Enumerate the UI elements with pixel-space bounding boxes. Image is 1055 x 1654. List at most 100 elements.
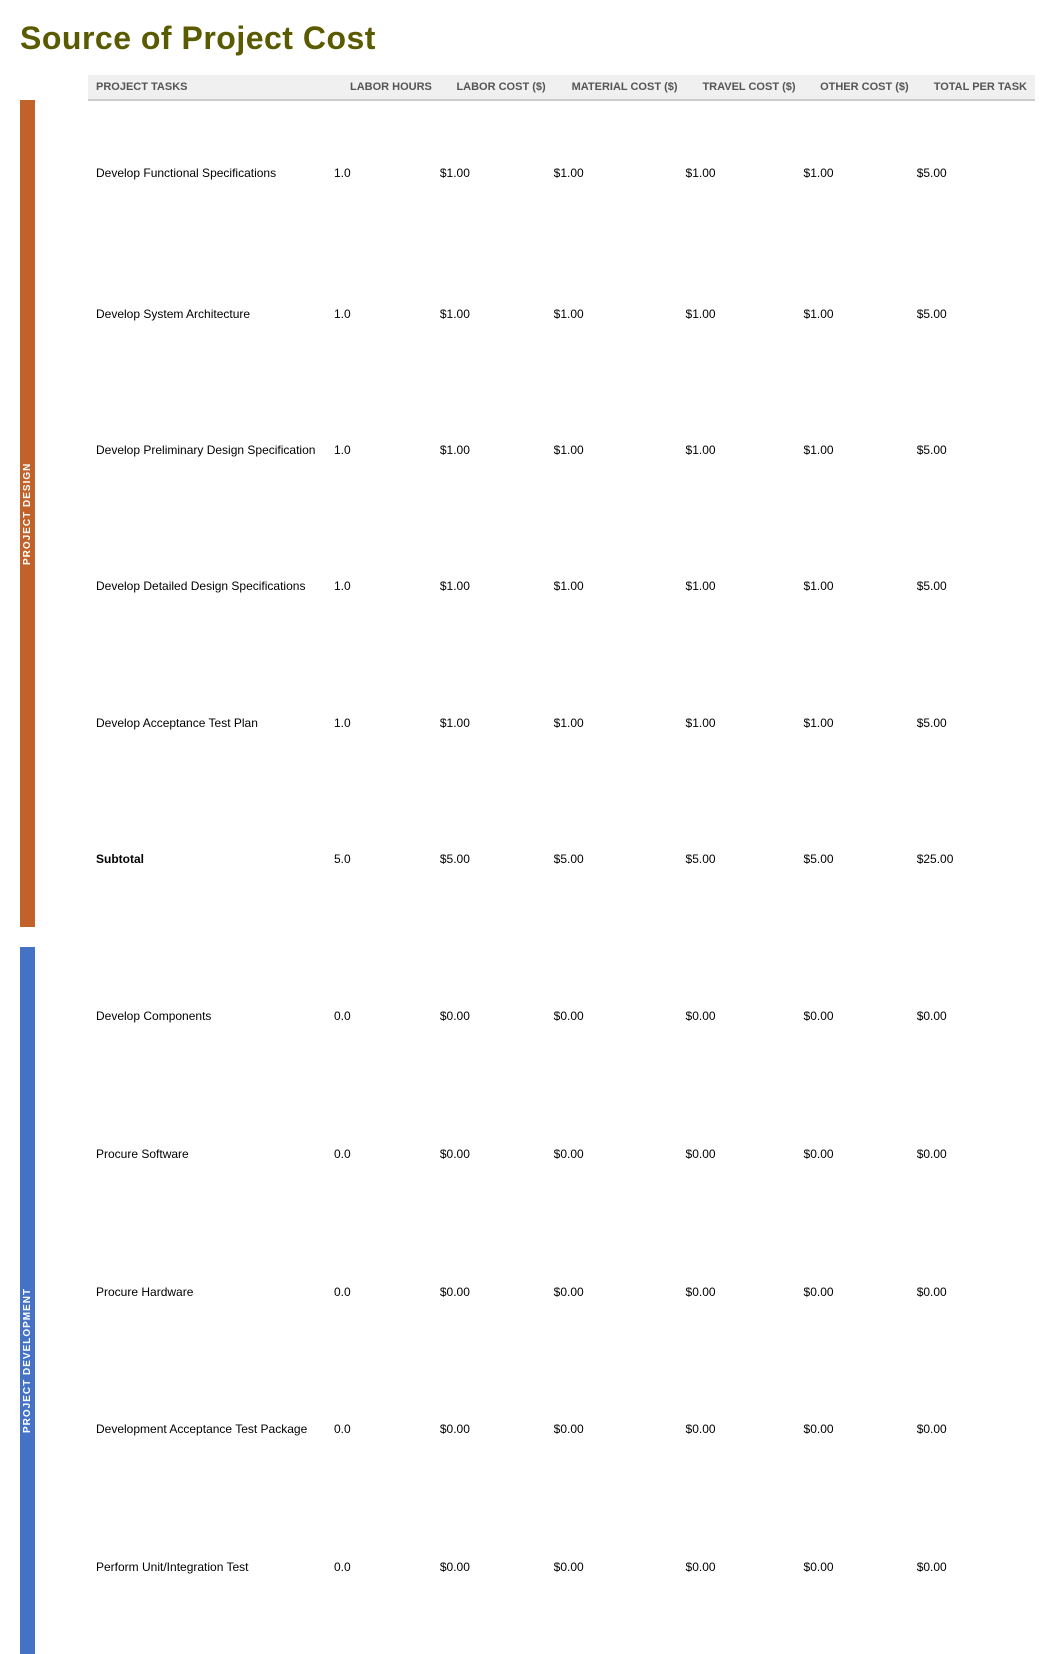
material_cost-cell: $1.00 xyxy=(554,518,686,654)
col-labor-hours: LABOR HOURS xyxy=(334,75,440,100)
subtotal-labor_hours: 0.0 xyxy=(334,1636,440,1654)
labor_cost-cell: $1.00 xyxy=(440,100,554,246)
labor_cost-cell: $1.00 xyxy=(440,518,554,654)
labor_hours-cell: 1.0 xyxy=(334,246,440,382)
task-name: Procure Software xyxy=(88,1085,334,1223)
total-cell: $0.00 xyxy=(917,1498,1035,1636)
table-row: PROJECT DESIGNDevelop Functional Specifi… xyxy=(20,100,1035,246)
subtotal-row: Subtotal0.0$0.00$0.00$0.00$0.00$0.00 xyxy=(20,1636,1035,1654)
subtotal-other_cost: $0.00 xyxy=(804,1636,917,1654)
table-row: Develop System Architecture1.0$1.00$1.00… xyxy=(20,246,1035,382)
col-material-cost: MATERIAL COST ($) xyxy=(554,75,686,100)
cost-table: PROJECT TASKS LABOR HOURS LABOR COST ($)… xyxy=(20,75,1035,1654)
labor_cost-cell: $1.00 xyxy=(440,382,554,518)
table-header: PROJECT TASKS LABOR HOURS LABOR COST ($)… xyxy=(20,75,1035,100)
other_cost-cell: $1.00 xyxy=(804,518,917,654)
col-other-cost: OTHER COST ($) xyxy=(804,75,917,100)
task-name: Develop Functional Specifications xyxy=(88,100,334,246)
material_cost-cell: $1.00 xyxy=(554,246,686,382)
total-cell: $5.00 xyxy=(917,518,1035,654)
other_cost-cell: $0.00 xyxy=(804,1498,917,1636)
travel_cost-cell: $1.00 xyxy=(686,246,804,382)
labor_cost-cell: $1.00 xyxy=(440,246,554,382)
other_cost-cell: $1.00 xyxy=(804,655,917,791)
travel_cost-cell: $1.00 xyxy=(686,518,804,654)
material_cost-cell: $0.00 xyxy=(554,1085,686,1223)
labor_cost-cell: $0.00 xyxy=(440,1223,554,1361)
travel_cost-cell: $1.00 xyxy=(686,655,804,791)
table-row: Perform Unit/Integration Test0.0$0.00$0.… xyxy=(20,1498,1035,1636)
subtotal-total: $0.00 xyxy=(917,1636,1035,1654)
total-cell: $0.00 xyxy=(917,1223,1035,1361)
travel_cost-cell: $0.00 xyxy=(686,1085,804,1223)
total-cell: $0.00 xyxy=(917,1085,1035,1223)
material_cost-cell: $0.00 xyxy=(554,1498,686,1636)
subtotal-material_cost: $0.00 xyxy=(554,1636,686,1654)
table-row: PROJECT DEVELOPMENTDevelop Components0.0… xyxy=(20,947,1035,1085)
travel_cost-cell: $1.00 xyxy=(686,100,804,246)
labor_cost-cell: $1.00 xyxy=(440,655,554,791)
material_cost-cell: $1.00 xyxy=(554,655,686,791)
subtotal-material_cost: $5.00 xyxy=(554,791,686,927)
table-row: Develop Acceptance Test Plan1.0$1.00$1.0… xyxy=(20,655,1035,791)
task-name: Develop Components xyxy=(88,947,334,1085)
travel_cost-cell: $0.00 xyxy=(686,1360,804,1498)
spacer-row xyxy=(20,927,1035,947)
material_cost-cell: $0.00 xyxy=(554,1360,686,1498)
other_cost-cell: $0.00 xyxy=(804,1223,917,1361)
total-cell: $5.00 xyxy=(917,100,1035,246)
task-name: Develop Detailed Design Specifications xyxy=(88,518,334,654)
material_cost-cell: $0.00 xyxy=(554,947,686,1085)
col-travel-cost: TRAVEL COST ($) xyxy=(686,75,804,100)
material_cost-cell: $1.00 xyxy=(554,382,686,518)
other_cost-cell: $1.00 xyxy=(804,100,917,246)
material_cost-cell: $1.00 xyxy=(554,100,686,246)
table-row: Procure Hardware0.0$0.00$0.00$0.00$0.00$… xyxy=(20,1223,1035,1361)
subtotal-labor_hours: 5.0 xyxy=(334,791,440,927)
travel_cost-cell: $0.00 xyxy=(686,1223,804,1361)
subtotal-row: Subtotal5.0$5.00$5.00$5.00$5.00$25.00 xyxy=(20,791,1035,927)
travel_cost-cell: $0.00 xyxy=(686,1498,804,1636)
subtotal-travel_cost: $0.00 xyxy=(686,1636,804,1654)
other_cost-cell: $0.00 xyxy=(804,1360,917,1498)
labor_hours-cell: 0.0 xyxy=(334,1498,440,1636)
task-name: Develop Acceptance Test Plan xyxy=(88,655,334,791)
page-title: Source of Project Cost xyxy=(20,20,1035,57)
labor_hours-cell: 0.0 xyxy=(334,947,440,1085)
subtotal-travel_cost: $5.00 xyxy=(686,791,804,927)
total-cell: $5.00 xyxy=(917,655,1035,791)
col-total: TOTAL PER TASK xyxy=(917,75,1035,100)
task-name: Develop System Architecture xyxy=(88,246,334,382)
labor_hours-cell: 1.0 xyxy=(334,100,440,246)
labor_cost-cell: $0.00 xyxy=(440,947,554,1085)
labor_hours-cell: 0.0 xyxy=(334,1085,440,1223)
other_cost-cell: $0.00 xyxy=(804,947,917,1085)
total-cell: $0.00 xyxy=(917,1360,1035,1498)
other_cost-cell: $0.00 xyxy=(804,1085,917,1223)
labor_hours-cell: 1.0 xyxy=(334,382,440,518)
cost-table-wrapper: PROJECT TASKS LABOR HOURS LABOR COST ($)… xyxy=(20,75,1035,1654)
labor_hours-cell: 0.0 xyxy=(334,1223,440,1361)
total-cell: $5.00 xyxy=(917,382,1035,518)
labor_cost-cell: $0.00 xyxy=(440,1498,554,1636)
task-name: Perform Unit/Integration Test xyxy=(88,1498,334,1636)
subtotal-other_cost: $5.00 xyxy=(804,791,917,927)
labor_hours-cell: 1.0 xyxy=(334,655,440,791)
subtotal-labor_cost: $5.00 xyxy=(440,791,554,927)
labor_hours-cell: 0.0 xyxy=(334,1360,440,1498)
labor_cost-cell: $0.00 xyxy=(440,1360,554,1498)
other_cost-cell: $1.00 xyxy=(804,382,917,518)
travel_cost-cell: $0.00 xyxy=(686,947,804,1085)
task-name: Develop Preliminary Design Specification xyxy=(88,382,334,518)
travel_cost-cell: $1.00 xyxy=(686,382,804,518)
subtotal-labor_cost: $0.00 xyxy=(440,1636,554,1654)
labor_cost-cell: $0.00 xyxy=(440,1085,554,1223)
total-cell: $0.00 xyxy=(917,947,1035,1085)
subtotal-label: Subtotal xyxy=(88,791,334,927)
task-name: Development Acceptance Test Package xyxy=(88,1360,334,1498)
table-row: Development Acceptance Test Package0.0$0… xyxy=(20,1360,1035,1498)
col-tasks: PROJECT TASKS xyxy=(88,75,334,100)
table-row: Procure Software0.0$0.00$0.00$0.00$0.00$… xyxy=(20,1085,1035,1223)
other_cost-cell: $1.00 xyxy=(804,246,917,382)
table-row: Develop Preliminary Design Specification… xyxy=(20,382,1035,518)
